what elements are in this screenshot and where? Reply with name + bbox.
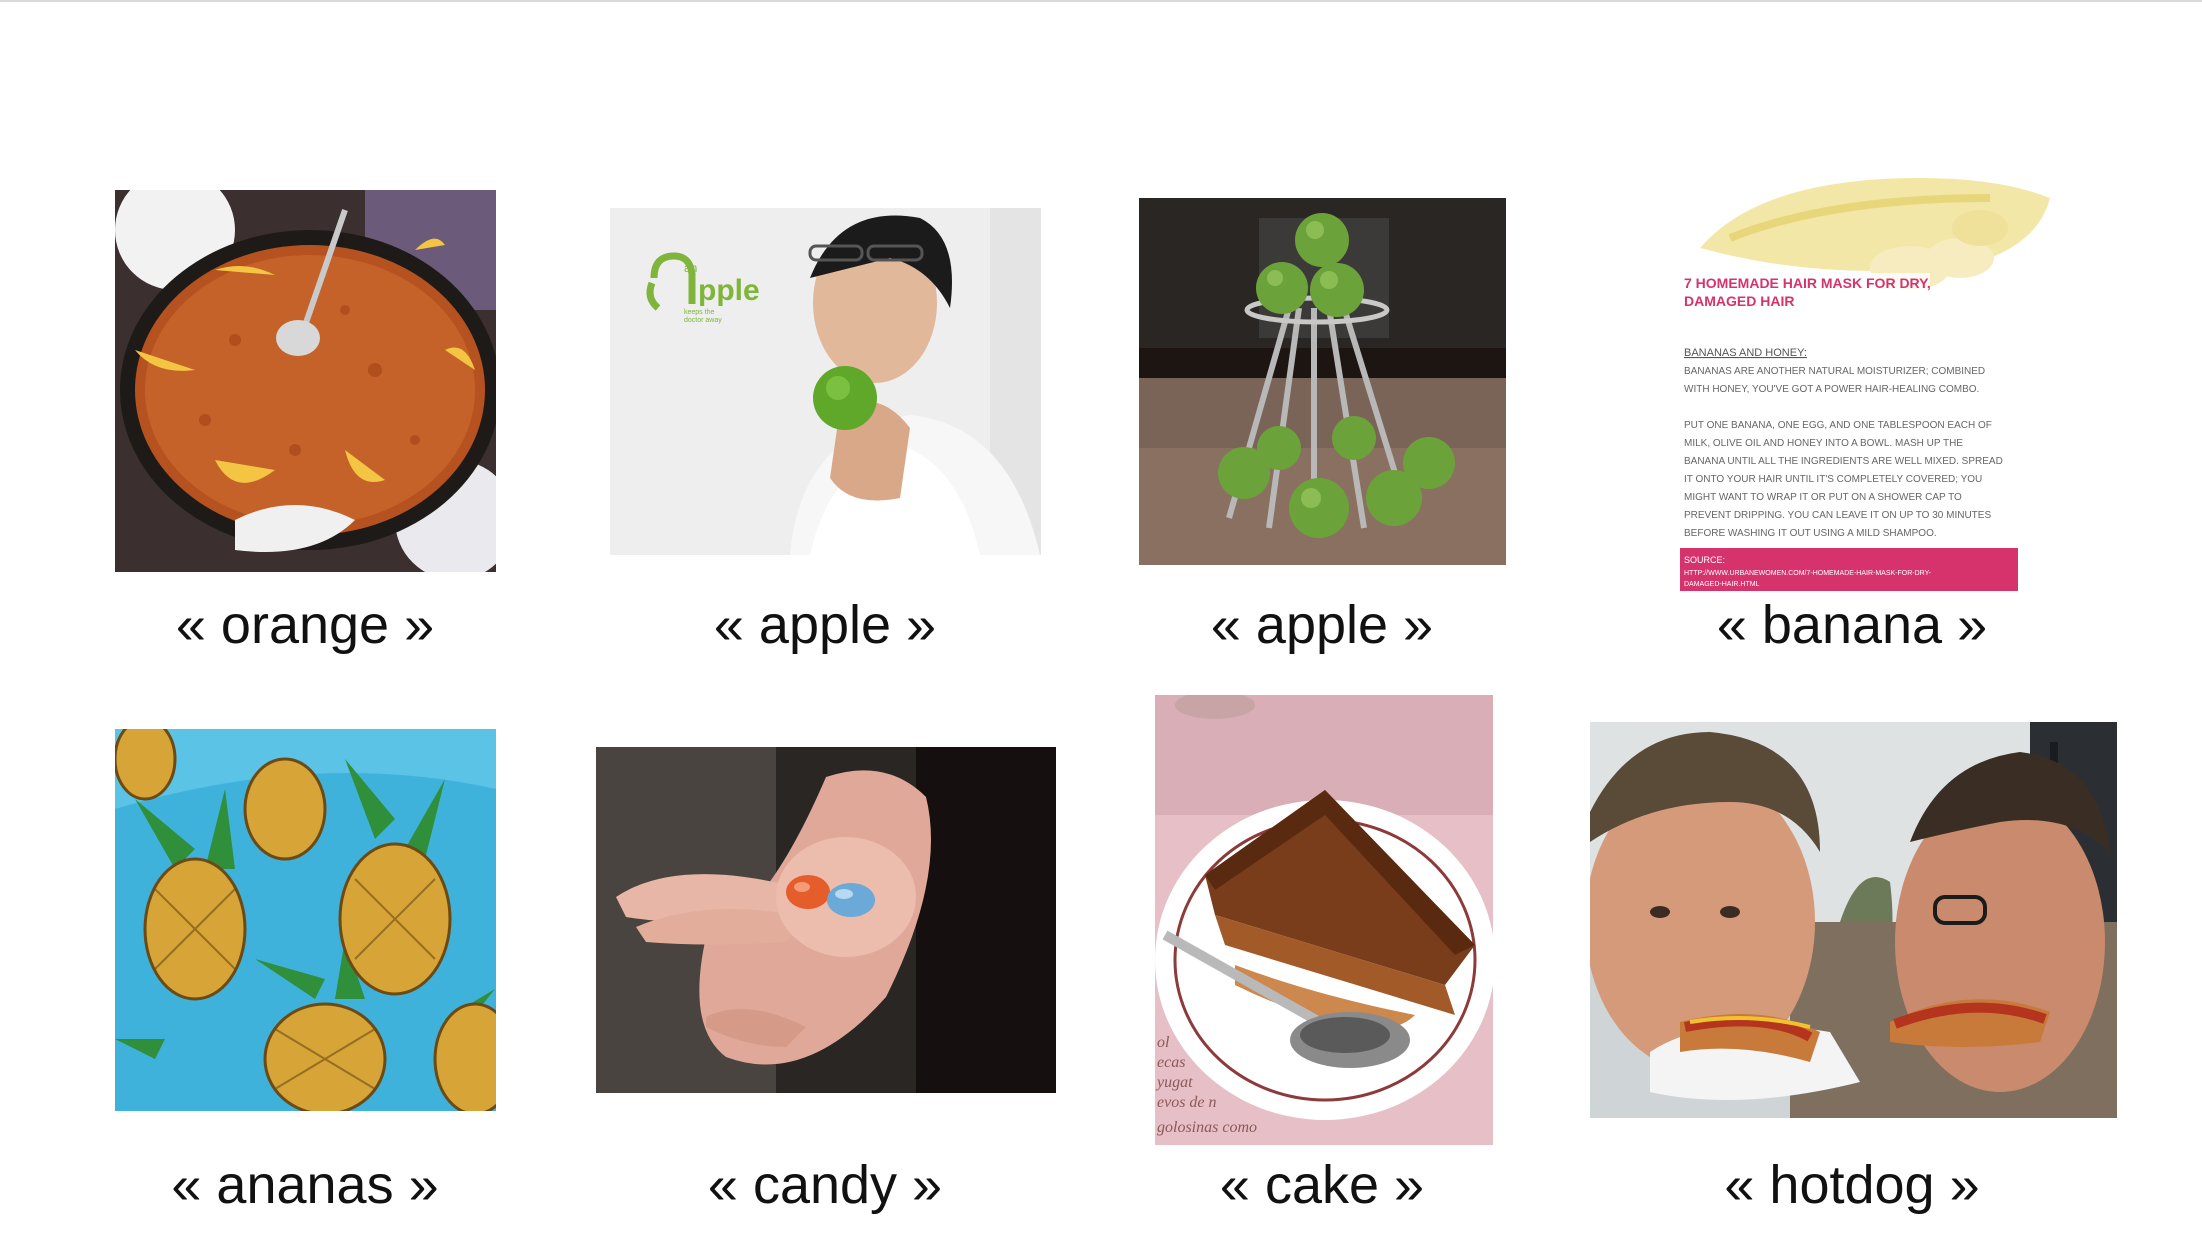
top-divider (0, 0, 2202, 2)
banana-card-line: BANANAS ARE ANOTHER NATURAL MOISTURIZER;… (1684, 366, 1985, 377)
banana-card-line: BEFORE WASHING IT OUT USING A MILD SHAMP… (1684, 528, 1937, 539)
label-orange: « orange » (175, 595, 435, 655)
apple-logo-word: pple (698, 274, 760, 307)
banana-card-line: WITH HONEY, YOU'VE GOT A POWER HAIR-HEAL… (1684, 384, 1979, 395)
label-cake: « cake » (1219, 1155, 1425, 1215)
apple-logo-small: an (684, 261, 697, 275)
photo-apple-stand (1139, 198, 1506, 565)
photo-candy (596, 747, 1056, 1093)
banana-card-title-2: DAMAGED HAIR (1684, 293, 1794, 309)
cake-tablecloth-text: golosinas como (1157, 1119, 1257, 1136)
apple-logo-tagline-2: doctor away (684, 317, 722, 324)
banana-card-line: PREVENT DRIPPING. YOU CAN LEAVE IT ON UP… (1684, 510, 1991, 521)
cake-tablecloth-text: ecas (1157, 1054, 1185, 1071)
banana-card-line: BANANA UNTIL ALL THE INGREDIENTS ARE WEL… (1684, 456, 2003, 467)
photo-hotdog (1590, 722, 2117, 1118)
label-candy: « candy » (707, 1155, 943, 1215)
banana-card-line: MIGHT WANT TO WRAP IT OR PUT ON A SHOWER… (1684, 492, 1962, 503)
cake-tablecloth-text: ol (1157, 1034, 1170, 1051)
banana-card-line: IT ONTO YOUR HAIR UNTIL IT'S COMPLETELY … (1684, 474, 1982, 485)
banana-card-source-label: SOURCE: (1684, 555, 1725, 565)
label-hotdog: « hotdog » (1724, 1155, 1980, 1215)
photo-orange (115, 190, 496, 572)
label-ananas: « ananas » (171, 1155, 439, 1215)
apple-logo-tagline-1: keeps the (684, 309, 714, 316)
photo-ananas (115, 729, 496, 1111)
banana-card-line: MILK, OLIVE OIL AND HONEY INTO A BOWL. M… (1684, 438, 1963, 449)
cake-tablecloth-text: evos de n (1157, 1094, 1217, 1111)
label-apple-1: « apple » (713, 595, 937, 655)
photo-banana-card: 7 HOMEMADE HAIR MASK FOR DRY, DAMAGED HA… (1680, 168, 2050, 591)
banana-card-title-1: 7 HOMEMADE HAIR MASK FOR DRY, (1684, 275, 1931, 291)
photo-cake: ol ecas yugat evos de n golosinas como (1155, 695, 1493, 1145)
photo-apple-man: pple an keeps the doctor away (610, 208, 1041, 555)
banana-card-heading: BANANAS AND HONEY: (1684, 347, 1807, 359)
banana-card-source-url-2: DAMAGED-HAIR.HTML (1684, 581, 1760, 588)
label-apple-2: « apple » (1210, 595, 1434, 655)
banana-card-source-url-1: HTTP://WWW.URBANEWOMEN.COM/7-HOMEMADE-HA… (1684, 570, 1932, 577)
cake-tablecloth-text: yugat (1155, 1074, 1193, 1091)
label-banana: « banana » (1716, 595, 1988, 655)
banana-card-line: PUT ONE BANANA, ONE EGG, AND ONE TABLESP… (1684, 420, 1992, 431)
